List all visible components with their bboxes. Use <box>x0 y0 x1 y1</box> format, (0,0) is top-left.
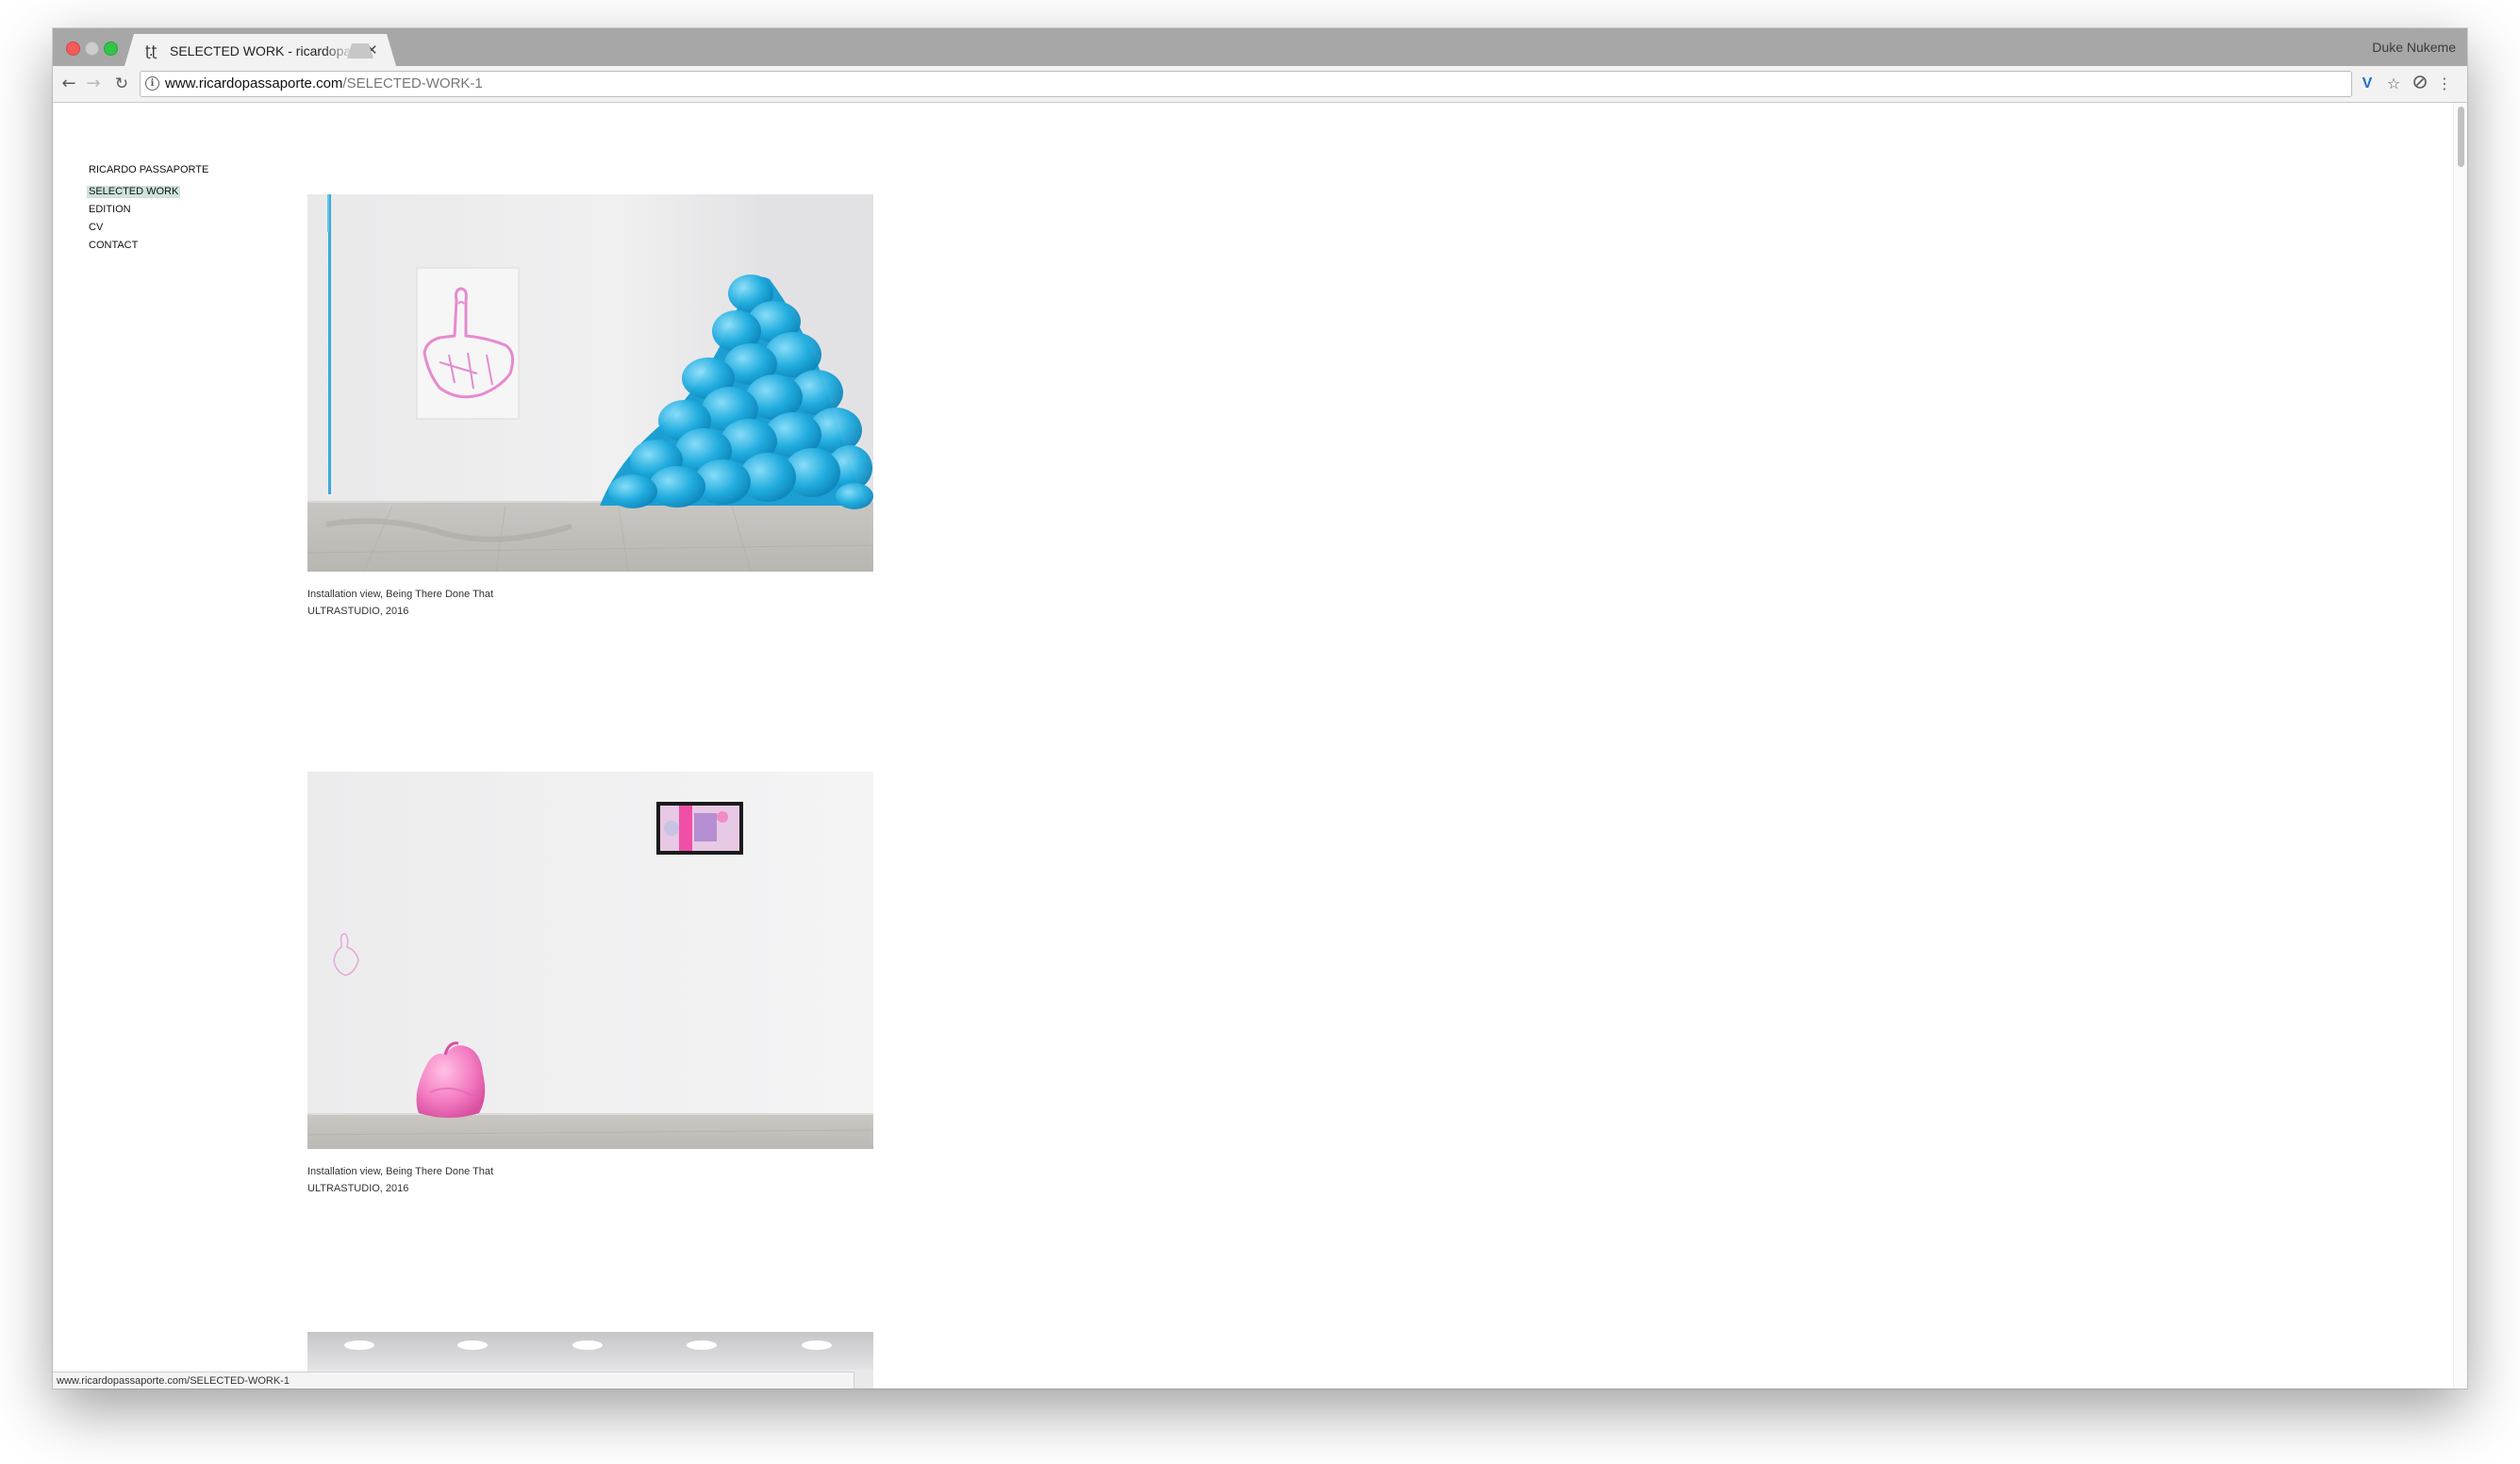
caption-venue: ULTRASTUDIO, 2016 <box>307 1183 409 1194</box>
window-maximize-button[interactable] <box>104 42 118 56</box>
window-minimize-button[interactable] <box>85 42 99 56</box>
page-viewport: RICARDO PASSAPORTE SELECTED WORK EDITION… <box>53 103 2467 1389</box>
installation-photo-pink-bag[interactable] <box>307 772 873 1149</box>
star-icon[interactable]: ☆ <box>2384 75 2403 93</box>
vertical-scrollbar[interactable] <box>2453 103 2467 1389</box>
browser-toolbar: ← → ↻ i www.ricardopassaporte.com/SELECT… <box>53 66 2467 103</box>
url-path: /SELECTED-WORK-1 <box>342 75 483 92</box>
nav-item-cv[interactable]: CV <box>87 222 275 234</box>
nav-item-ricardo-passaporte[interactable]: RICARDO PASSAPORTE <box>87 164 275 176</box>
nav-item-edition[interactable]: EDITION <box>87 204 275 216</box>
nav-item-contact[interactable]: CONTACT <box>87 240 275 252</box>
work-caption: Installation view, Being There Done That… <box>307 586 493 620</box>
status-bar-url: www.ricardopassaporte.com/SELECTED-WORK-… <box>53 1372 854 1389</box>
site-nav: RICARDO PASSAPORTE SELECTED WORK EDITION… <box>87 164 275 258</box>
tab-strip: ʈ.ʈ SELECTED WORK - ricardopassaporte ✕ … <box>53 28 2467 66</box>
installation-photo-pink-bag-svg <box>307 772 873 1149</box>
arrow-right-icon[interactable]: → <box>83 74 104 94</box>
url-host: www.ricardopassaporte.com <box>165 75 343 92</box>
v-extension-icon[interactable]: V <box>2358 75 2377 93</box>
installation-photo-blue-bags[interactable] <box>307 194 873 572</box>
nav-item-selected-work[interactable]: SELECTED WORK <box>87 186 181 198</box>
reload-icon[interactable]: ↻ <box>111 74 132 94</box>
browser-window: ʈ.ʈ SELECTED WORK - ricardopassaporte ✕ … <box>53 28 2467 1389</box>
caption-title: Installation view, Being There Done That <box>307 589 494 600</box>
caption-title: Installation view, Being There Done That <box>307 1166 494 1177</box>
window-close-button[interactable] <box>66 42 80 56</box>
address-bar[interactable]: i www.ricardopassaporte.com/SELECTED-WOR… <box>140 71 2352 97</box>
profile-name[interactable]: Duke Nukeme <box>2372 40 2456 55</box>
shield-extension-svg <box>2413 75 2427 89</box>
installation-photo-blue-bags-svg <box>307 194 873 572</box>
work-caption: Installation view, Being There Done That… <box>307 1163 493 1197</box>
scrollbar-thumb[interactable] <box>2458 107 2464 167</box>
url-text[interactable]: www.ricardopassaporte.com/SELECTED-WORK-… <box>165 75 483 92</box>
desktop: ʈ.ʈ SELECTED WORK - ricardopassaporte ✕ … <box>0 0 2520 1464</box>
site-favicon-icon: ʈ.ʈ <box>145 42 157 59</box>
shield-extension-icon[interactable] <box>2411 75 2429 93</box>
caption-venue: ULTRASTUDIO, 2016 <box>307 606 409 617</box>
kebab-menu-icon[interactable]: ⋮ <box>2435 75 2454 93</box>
arrow-left-icon[interactable]: ← <box>58 74 79 94</box>
work-item: Installation view, Being There Done That… <box>307 194 873 628</box>
info-icon[interactable]: i <box>145 76 159 91</box>
work-item: Installation view, Being There Done That… <box>307 772 873 1206</box>
